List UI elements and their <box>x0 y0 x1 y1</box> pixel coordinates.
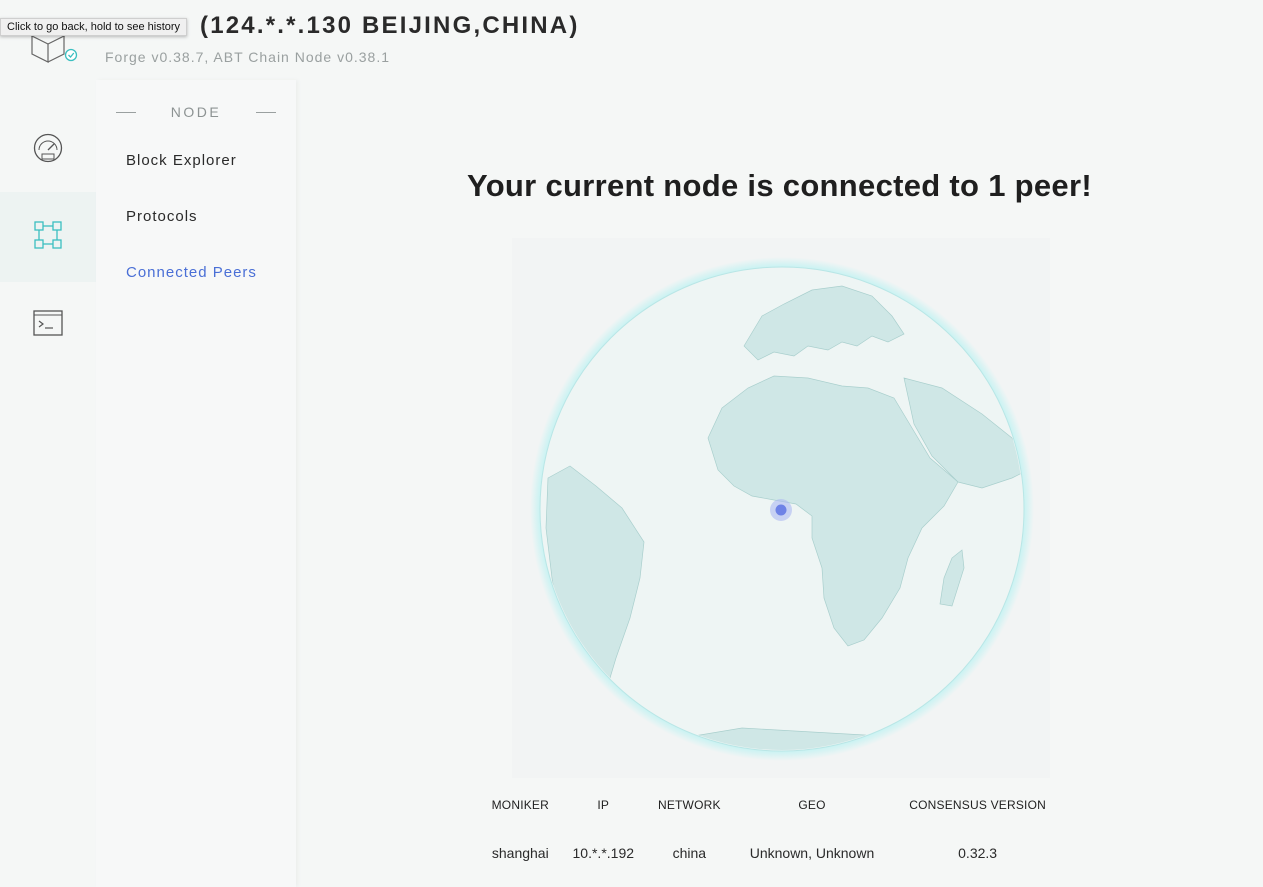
subnav-item-protocols[interactable]: Protocols <box>126 208 198 225</box>
divider <box>255 111 276 113</box>
terminal-icon <box>33 309 63 341</box>
column-header-moniker: MONIKER <box>491 798 549 812</box>
cell-network: china <box>672 845 707 861</box>
node-title: (124.*.*.130 BEIJING,CHINA) <box>200 12 580 39</box>
peers-table: MONIKER IP NETWORK GEO CONSENSUS VERSION… <box>480 790 1070 886</box>
cell-consensus-version: 0.32.3 <box>958 845 998 861</box>
rail-item-dashboard[interactable] <box>0 105 96 195</box>
rail-item-terminal[interactable] <box>0 280 96 370</box>
globe-map <box>530 257 1034 761</box>
peers-globe-panel[interactable] <box>512 238 1050 778</box>
rail-item-node[interactable] <box>0 192 96 282</box>
node-network-icon <box>33 220 63 255</box>
table-row[interactable]: shanghai 10.*.*.192 china Unknown, Unkno… <box>480 820 1064 886</box>
page-title: Your current node is connected to 1 peer… <box>467 168 1092 203</box>
node-subnav: NODE Block Explorer Protocols Connected … <box>96 80 296 887</box>
subnav-item-block-explorer[interactable]: Block Explorer <box>126 152 237 169</box>
peer-location-marker[interactable] <box>775 504 787 516</box>
dashboard-gauge-icon <box>32 133 64 168</box>
subnav-section-label: NODE <box>170 104 222 120</box>
node-version-subtitle: Forge v0.38.7, ABT Chain Node v0.38.1 <box>105 49 391 65</box>
cell-geo: Unknown, Unknown <box>749 845 875 861</box>
header: (124.*.*.130 BEIJING,CHINA) Forge v0.38.… <box>0 0 1263 80</box>
subnav-item-connected-peers[interactable]: Connected Peers <box>126 264 257 281</box>
subnav-section-header: NODE <box>116 103 276 121</box>
back-button-tooltip: Click to go back, hold to see history <box>0 18 188 36</box>
column-header-ip: IP <box>597 798 610 812</box>
icon-rail <box>0 80 96 887</box>
column-header-geo: GEO <box>798 798 826 812</box>
cell-moniker: shanghai <box>491 845 549 861</box>
table-header-row: MONIKER IP NETWORK GEO CONSENSUS VERSION <box>480 790 1064 820</box>
app-window: (124.*.*.130 BEIJING,CHINA) Forge v0.38.… <box>0 0 1263 887</box>
divider <box>116 111 136 113</box>
column-header-consensus-version: CONSENSUS VERSION <box>909 798 1046 812</box>
column-header-network: NETWORK <box>657 798 721 812</box>
cell-ip: 10.*.*.192 <box>572 845 635 861</box>
